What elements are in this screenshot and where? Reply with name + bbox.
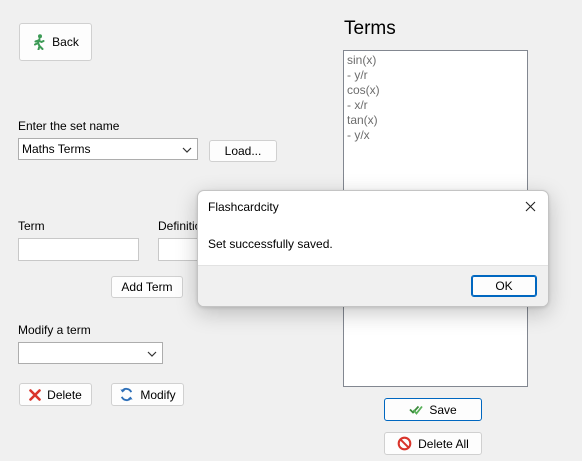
list-item[interactable]: - y/x — [347, 128, 524, 143]
close-icon — [525, 201, 536, 212]
term-input[interactable] — [18, 238, 139, 261]
save-button[interactable]: Save — [384, 398, 482, 421]
walking-person-icon — [32, 34, 46, 50]
dialog-footer: OK — [198, 265, 548, 306]
set-name-combobox[interactable]: Maths Terms — [18, 138, 198, 160]
dialog-message: Set successfully saved. — [208, 237, 333, 251]
ok-button[interactable]: OK — [471, 275, 537, 297]
list-item[interactable]: - y/r — [347, 68, 524, 83]
add-term-button[interactable]: Add Term — [111, 276, 183, 298]
delete-button-label: Delete — [47, 387, 82, 402]
delete-all-button-label: Delete All — [418, 436, 469, 451]
list-item[interactable]: tan(x) — [347, 113, 524, 128]
dialog-close-button[interactable] — [518, 195, 542, 217]
list-item[interactable]: sin(x) — [347, 53, 524, 68]
add-term-button-label: Add Term — [121, 280, 173, 294]
modify-term-label: Modify a term — [18, 323, 91, 337]
list-item[interactable]: - x/r — [347, 98, 524, 113]
delete-button[interactable]: Delete — [19, 383, 92, 406]
x-icon — [29, 388, 41, 401]
dialog-title: Flashcardcity — [208, 200, 279, 214]
chevron-down-icon — [147, 346, 157, 360]
message-dialog: Flashcardcity Set successfully saved. OK — [197, 190, 549, 307]
term-label: Term — [18, 219, 45, 233]
back-button[interactable]: Back — [19, 23, 92, 61]
prohibited-icon — [397, 436, 412, 451]
modify-button-label: Modify — [140, 387, 176, 402]
set-name-label: Enter the set name — [18, 119, 120, 133]
modify-button[interactable]: Modify — [111, 383, 184, 406]
set-name-value: Maths Terms — [22, 142, 91, 156]
list-item[interactable]: cos(x) — [347, 83, 524, 98]
chevron-down-icon — [182, 142, 192, 156]
save-button-label: Save — [429, 402, 457, 417]
terms-title: Terms — [344, 18, 396, 39]
load-button[interactable]: Load... — [209, 140, 277, 162]
double-check-icon — [409, 404, 424, 416]
ok-button-label: OK — [495, 279, 513, 293]
delete-all-button[interactable]: Delete All — [384, 432, 482, 455]
refresh-icon — [119, 387, 134, 402]
load-button-label: Load... — [224, 144, 262, 158]
modify-term-combobox[interactable] — [18, 342, 163, 364]
back-button-label: Back — [52, 35, 79, 49]
